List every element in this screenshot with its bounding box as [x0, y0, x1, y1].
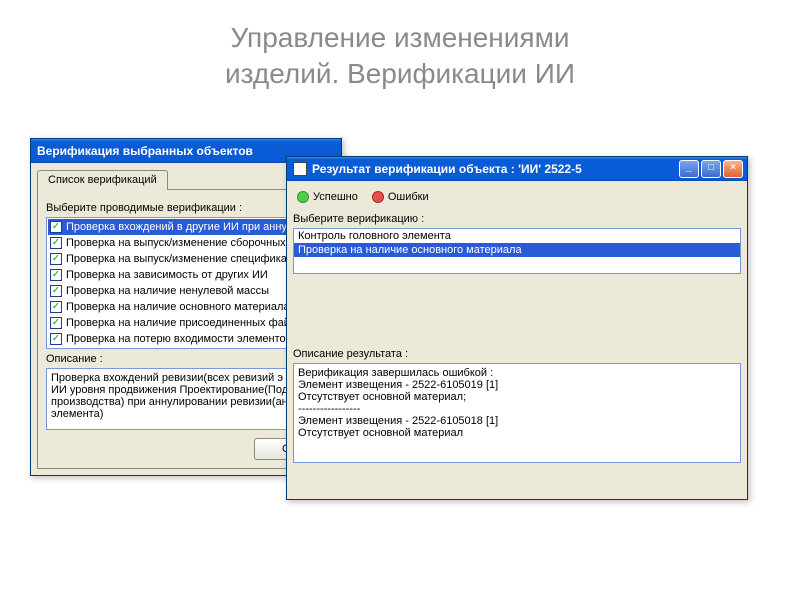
slide-title-line1: Управление изменениями — [231, 22, 570, 53]
select-verification-label: Выберите верификацию : — [293, 213, 741, 225]
slide-title: Управление изменениями изделий. Верифика… — [0, 0, 800, 103]
tab-label: Список верификаций — [48, 174, 157, 186]
checklist-item[interactable]: ✓ Проверка на наличие ненулевой массы — [48, 283, 324, 299]
window-title: Результат верификации объекта : 'ИИ' 252… — [312, 162, 582, 176]
checkbox[interactable]: ✓ — [50, 253, 62, 265]
tab-errors-label: Ошибки — [388, 191, 429, 203]
checklist-item-label: Проверка на выпуск/изменение специфика — [66, 253, 287, 265]
checkbox[interactable]: ✓ — [50, 221, 62, 233]
verification-list-item[interactable]: Проверка на наличие основного материала — [294, 243, 740, 257]
verification-result-window: Результат верификации объекта : 'ИИ' 252… — [286, 156, 748, 500]
prompt-label: Выберите проводимые верификации : — [46, 202, 326, 214]
checkbox[interactable]: ✓ — [50, 317, 62, 329]
verification-select-list[interactable]: Контроль головного элементаПроверка на н… — [293, 228, 741, 274]
result-text: Верификация завершилась ошибкой :Элемент… — [293, 363, 741, 463]
checklist-item[interactable]: ✓ Проверка на выпуск/изменение сборочных — [48, 235, 324, 251]
maximize-button[interactable]: □ — [701, 160, 721, 178]
checklist-item-label: Проверка вхождений в другие ИИ при анну — [66, 221, 287, 233]
checkbox[interactable]: ✓ — [50, 269, 62, 281]
checkbox[interactable]: ✓ — [50, 301, 62, 313]
checklist-item-label: Проверка на потерю входимости элементо — [66, 333, 286, 345]
error-icon — [372, 191, 384, 203]
checklist-item-label: Проверка на наличие ненулевой массы — [66, 285, 269, 297]
close-button[interactable]: × — [723, 160, 743, 178]
window-title: Верификация выбранных объектов — [37, 144, 253, 158]
verification-checklist[interactable]: ✓ Проверка вхождений в другие ИИ при анну… — [46, 217, 326, 349]
tab-success-label: Успешно — [313, 191, 358, 203]
slide-title-line2: изделий. Верификации ИИ — [225, 58, 575, 89]
description-text: Проверка вхождений ревизии(всех ревизий … — [46, 368, 326, 430]
checklist-item[interactable]: ✓ Проверка на потерю входимости элементо — [48, 331, 324, 347]
tab-errors[interactable]: Ошибки — [372, 191, 429, 203]
checklist-item[interactable]: ✓ Проверка на зависимость от других ИИ — [48, 267, 324, 283]
verification-list-item[interactable]: Контроль головного элемента — [294, 229, 740, 243]
tab-success[interactable]: Успешно — [297, 191, 358, 203]
minimize-button[interactable]: _ — [679, 160, 699, 178]
description-label: Описание : — [46, 353, 326, 365]
checklist-item[interactable]: ✓ Проверка на выпуск/изменение специфика — [48, 251, 324, 267]
tab-verification-list[interactable]: Список верификаций — [37, 170, 168, 190]
success-icon — [297, 191, 309, 203]
app-icon — [293, 162, 307, 176]
checkbox[interactable]: ✓ — [50, 237, 62, 249]
checklist-item[interactable]: ✓ Проверка вхождений в другие ИИ при анну — [48, 219, 324, 235]
checklist-item-label: Проверка на наличие основного материала — [66, 301, 290, 313]
checkbox[interactable]: ✓ — [50, 285, 62, 297]
checklist-item-label: Проверка на наличие присоединенных фай — [66, 317, 290, 329]
titlebar[interactable]: Результат верификации объекта : 'ИИ' 252… — [287, 157, 747, 181]
checklist-item-label: Проверка на выпуск/изменение сборочных — [66, 237, 286, 249]
checklist-item[interactable]: ✓ Проверка на наличие основного материала — [48, 299, 324, 315]
checkbox[interactable]: ✓ — [50, 333, 62, 345]
checklist-item[interactable]: ✓ Проверка на наличие присоединенных фай — [48, 315, 324, 331]
checklist-item-label: Проверка на зависимость от других ИИ — [66, 269, 268, 281]
result-label: Описание результата : — [293, 348, 741, 360]
